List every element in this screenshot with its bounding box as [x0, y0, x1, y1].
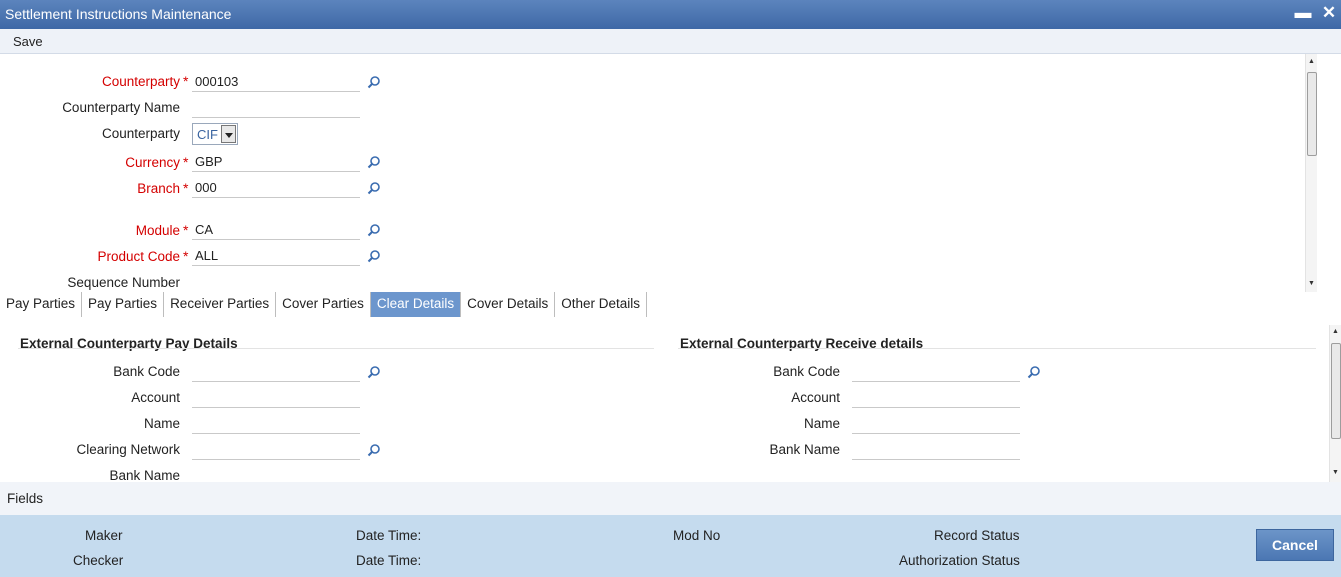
- receive-bank-code-input[interactable]: [852, 362, 1020, 382]
- pay-account-label: Account: [131, 390, 180, 405]
- fields-link[interactable]: Fields: [7, 491, 43, 506]
- details-scrollbar[interactable]: ▲ ▼: [1329, 325, 1341, 482]
- search-icon[interactable]: [367, 223, 381, 237]
- pay-bank-name-label: Bank Name: [109, 468, 180, 483]
- divider: [678, 348, 1316, 349]
- search-icon[interactable]: [367, 75, 381, 89]
- maker-label: Maker: [85, 528, 123, 543]
- sequence-number-value: [192, 273, 360, 293]
- tab-pay-parties-2[interactable]: Pay Parties: [82, 292, 165, 317]
- checker-datetime-label: Date Time:: [356, 553, 422, 568]
- tab-clear-details[interactable]: Clear Details: [370, 292, 462, 317]
- tab-other-details[interactable]: Other Details: [555, 292, 647, 317]
- fields-bar: Fields: [0, 482, 1341, 515]
- cancel-button[interactable]: Cancel: [1256, 529, 1334, 561]
- audit-footer: Maker Checker Date Time: Date Time: Mod …: [0, 515, 1341, 577]
- branch-label: Branch: [137, 181, 180, 196]
- receive-bank-name-input[interactable]: [852, 440, 1020, 460]
- required-marker: *: [183, 222, 189, 238]
- currency-label: Currency: [125, 155, 180, 170]
- scroll-up-icon[interactable]: ▲: [1306, 56, 1317, 68]
- pay-clearing-network-input[interactable]: [192, 440, 360, 460]
- search-icon[interactable]: [367, 249, 381, 263]
- scroll-thumb[interactable]: [1307, 72, 1317, 156]
- scroll-down-icon[interactable]: ▼: [1306, 278, 1317, 290]
- required-marker: *: [183, 180, 189, 196]
- pay-account-input[interactable]: [192, 388, 360, 408]
- product-code-label: Product Code: [97, 249, 180, 264]
- toolbar: Save: [0, 29, 1341, 54]
- pay-bank-code-input[interactable]: [192, 362, 360, 382]
- window-title: Settlement Instructions Maintenance: [5, 6, 232, 22]
- maker-datetime-label: Date Time:: [356, 528, 422, 543]
- minimize-icon[interactable]: ▬: [1293, 3, 1313, 23]
- save-button[interactable]: Save: [13, 34, 43, 49]
- search-icon[interactable]: [367, 181, 381, 195]
- counterparty-name-input[interactable]: [192, 98, 360, 118]
- search-icon[interactable]: [367, 155, 381, 169]
- tab-cover-details[interactable]: Cover Details: [461, 292, 556, 317]
- module-input[interactable]: CA: [192, 220, 360, 240]
- header-scrollbar[interactable]: ▲ ▼: [1305, 54, 1317, 292]
- branch-input[interactable]: 000: [192, 178, 360, 198]
- divider: [18, 348, 654, 349]
- pay-clearing-network-label: Clearing Network: [76, 442, 180, 457]
- pay-name-label: Name: [143, 416, 180, 431]
- counterparty-name-label: Counterparty Name: [62, 100, 180, 115]
- receive-bank-code-label: Bank Code: [773, 364, 840, 379]
- chevron-down-icon[interactable]: [221, 125, 236, 143]
- counterparty-type-value: CIF: [197, 127, 218, 142]
- pay-bank-code-label: Bank Code: [113, 364, 180, 379]
- required-marker: *: [183, 154, 189, 170]
- required-marker: *: [183, 248, 189, 264]
- counterparty-type-select[interactable]: CIF: [192, 123, 238, 145]
- search-icon[interactable]: [367, 365, 381, 379]
- search-icon[interactable]: [1027, 365, 1041, 379]
- scroll-up-icon[interactable]: ▲: [1330, 326, 1341, 338]
- record-status-label: Record Status: [934, 528, 1020, 543]
- module-label: Module: [135, 223, 180, 238]
- close-icon[interactable]: ✕: [1319, 3, 1339, 23]
- required-marker: *: [183, 73, 189, 89]
- pay-name-input[interactable]: [192, 414, 360, 434]
- counterparty-label: Counterparty: [101, 74, 180, 89]
- tab-receiver-parties[interactable]: Receiver Parties: [164, 292, 277, 317]
- receive-name-label: Name: [803, 416, 840, 431]
- header-form: Counterparty * 000103 Counterparty Name …: [0, 54, 1305, 294]
- clear-details-panel: External Counterparty Pay Details Bank C…: [0, 317, 1329, 483]
- receive-name-input[interactable]: [852, 414, 1020, 434]
- checker-label: Checker: [73, 553, 124, 568]
- counterparty-input[interactable]: 000103: [192, 72, 360, 92]
- authorization-status-label: Authorization Status: [899, 553, 1020, 568]
- tab-cover-parties[interactable]: Cover Parties: [276, 292, 371, 317]
- counterparty-type-label: Counterparty: [101, 126, 180, 141]
- receive-account-label: Account: [791, 390, 840, 405]
- scroll-down-icon[interactable]: ▼: [1330, 467, 1341, 479]
- tab-strip: Pay Parties Pay Parties Receiver Parties…: [0, 292, 647, 317]
- currency-input[interactable]: GBP: [192, 152, 360, 172]
- receive-account-input[interactable]: [852, 388, 1020, 408]
- receive-bank-name-label: Bank Name: [769, 442, 840, 457]
- sequence-number-label: Sequence Number: [67, 275, 180, 290]
- scroll-thumb[interactable]: [1331, 343, 1341, 439]
- tab-pay-parties[interactable]: Pay Parties: [0, 292, 83, 317]
- mod-no-label: Mod No: [673, 528, 721, 543]
- product-code-input[interactable]: ALL: [192, 246, 360, 266]
- search-icon[interactable]: [367, 443, 381, 457]
- window-title-bar: Settlement Instructions Maintenance ▬ ✕: [0, 0, 1341, 29]
